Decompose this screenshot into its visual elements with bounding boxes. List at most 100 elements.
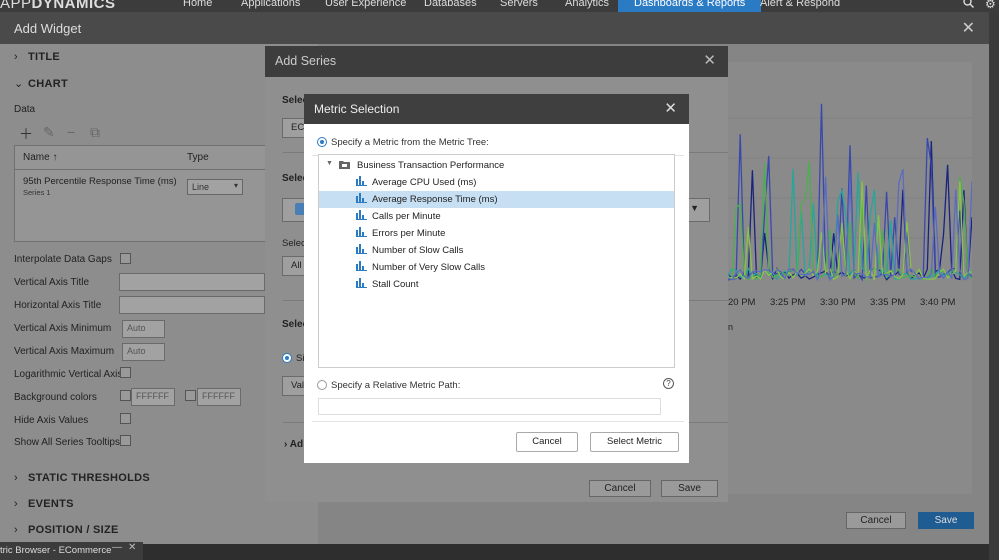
close-icon[interactable]: ✕ (703, 51, 716, 69)
x-tick-label: 20 PM (728, 297, 756, 308)
add-series-title: Add Series (275, 54, 337, 68)
chevron-right-icon: › (14, 524, 18, 536)
h-axis-title-input[interactable] (119, 296, 265, 314)
bg-color-2-input[interactable]: FFFFFF (197, 388, 241, 406)
series-type-select[interactable]: Line ▾ (187, 179, 243, 195)
series-select-label: Selec (282, 238, 306, 249)
nav-analytics[interactable]: Analytics (565, 0, 609, 9)
hide-axis-label: Hide Axis Values (14, 415, 89, 426)
series-cancel-button[interactable]: Cancel (589, 480, 651, 497)
tree-item-errors-per-minute[interactable]: Errors per Minute (319, 225, 674, 242)
interpolate-checkbox[interactable] (120, 253, 131, 264)
chevron-right-icon: › (14, 472, 18, 484)
add-widget-header: Add Widget ✕ (0, 12, 989, 44)
hide-axis-checkbox[interactable] (120, 413, 131, 424)
add-icon[interactable]: ＋ (19, 124, 33, 144)
bg-color-1-input[interactable]: FFFFFF (131, 388, 175, 406)
relative-path-radio[interactable] (317, 380, 327, 390)
help-icon[interactable]: ? (663, 378, 674, 389)
line-chart (728, 103, 972, 283)
metric-tree: ▼ Business Transaction Performance Avera… (318, 154, 675, 368)
tree-item-slow-calls[interactable]: Number of Slow Calls (319, 242, 674, 259)
section-position-size[interactable]: › POSITION / SIZE (14, 524, 119, 536)
nav-servers[interactable]: Servers (500, 0, 538, 9)
nav-dashboards-reports[interactable]: Dashboards & Reports (618, 0, 762, 12)
metric-selection-title: Metric Selection (314, 102, 400, 116)
metric-bar-icon (356, 227, 367, 240)
v-axis-max-input[interactable]: Auto (122, 343, 165, 361)
tree-item-avg-response-time[interactable]: Average Response Time (ms) (319, 191, 674, 208)
metric-bar-icon (356, 193, 367, 206)
v-axis-min-label: Vertical Axis Minimum (14, 323, 112, 334)
section-chart[interactable]: ⌄ CHART (14, 77, 68, 90)
tree-item-cpu[interactable]: Average CPU Used (ms) (319, 174, 674, 191)
series-radio-on[interactable] (282, 353, 292, 363)
chevron-right-icon: › (14, 498, 18, 510)
bg-color-2-swatch[interactable] (185, 390, 196, 401)
tree-item-very-slow-calls[interactable]: Number of Very Slow Calls (319, 259, 674, 276)
relative-path-option-label: Specify a Relative Metric Path: (331, 380, 461, 391)
tree-item-calls-per-minute[interactable]: Calls per Minute (319, 208, 674, 225)
search-icon[interactable] (963, 0, 974, 11)
edit-icon[interactable]: ✎ (43, 124, 55, 141)
nav-alert-respond[interactable]: Alert & Respond (760, 0, 840, 9)
log-axis-label: Logarithmic Vertical Axis (14, 369, 123, 380)
section-static-thresholds[interactable]: › STATIC THRESHOLDS (14, 472, 150, 484)
x-tick-label: 3:40 PM (920, 297, 956, 308)
log-axis-checkbox[interactable] (120, 367, 131, 378)
section-events[interactable]: › EVENTS (14, 498, 74, 510)
bg-colors-label: Background colors (14, 392, 97, 403)
bottom-strip (143, 544, 989, 560)
series-sub: Series 1 (23, 188, 51, 197)
metric-selection-header: Metric Selection ✕ (304, 94, 689, 124)
tree-node-bt-performance[interactable]: ▼ Business Transaction Performance (319, 157, 674, 174)
add-series-header: Add Series ✕ (265, 46, 728, 77)
metric-bar-icon (356, 176, 367, 189)
nav-user-experience[interactable]: User Experience (325, 0, 406, 9)
show-tooltips-label: Show All Series Tooltips (14, 437, 120, 448)
chevron-right-icon: › (14, 51, 18, 63)
copy-icon[interactable]: ⧉ (90, 124, 100, 141)
metric-bar-icon (356, 210, 367, 223)
top-navigation-bar: APPDYNAMICS Home Applications User Exper… (0, 0, 999, 12)
show-tooltips-checkbox[interactable] (120, 435, 131, 446)
right-edge-strip (989, 12, 999, 560)
legend-fragment: n (728, 322, 734, 332)
gear-icon[interactable]: ⚙ (985, 0, 996, 11)
x-tick-label: 3:25 PM (770, 297, 806, 308)
minimized-window-label: tric Browser - ECommerce (0, 545, 112, 556)
close-icon[interactable]: ✕ (962, 18, 975, 38)
widget-cancel-button[interactable]: Cancel (846, 512, 906, 529)
minimize-icon[interactable]: — (112, 542, 122, 553)
chevron-down-icon: ⌄ (14, 78, 24, 90)
series-save-button[interactable]: Save (661, 480, 718, 497)
v-axis-min-input[interactable]: Auto (122, 320, 165, 338)
folder-icon (339, 160, 350, 172)
remove-icon[interactable]: − (67, 124, 75, 140)
series-advanced-section[interactable]: › Ad (284, 439, 303, 450)
v-axis-max-label: Vertical Axis Maximum (14, 346, 115, 357)
section-title[interactable]: › TITLE (14, 51, 60, 63)
metric-cancel-button[interactable]: Cancel (516, 432, 578, 452)
tree-item-stall-count[interactable]: Stall Count (319, 276, 674, 293)
select-metric-button[interactable]: Select Metric (590, 432, 679, 452)
metric-tree-radio[interactable] (317, 137, 327, 147)
x-tick-label: 3:35 PM (870, 297, 906, 308)
series-table: Name ↑ Type 95th Percentile Response Tim… (14, 145, 284, 242)
appdynamics-logo[interactable]: APPDYNAMICS (0, 0, 116, 12)
v-axis-title-input[interactable] (119, 273, 265, 291)
divider (312, 421, 684, 422)
relative-path-input[interactable] (318, 398, 661, 415)
nav-applications[interactable]: Applications (241, 0, 300, 9)
nav-databases[interactable]: Databases (424, 0, 477, 9)
widget-save-button[interactable]: Save (918, 512, 974, 529)
col-name-header[interactable]: Name ↑ (23, 152, 57, 163)
metric-bar-icon (356, 261, 367, 274)
minimized-window-tab[interactable]: tric Browser - ECommerce — ✕ (0, 542, 143, 560)
col-type-header: Type (187, 152, 209, 163)
close-icon[interactable]: ✕ (128, 542, 136, 553)
nav-home[interactable]: Home (183, 0, 212, 9)
bg-color-1-swatch[interactable] (120, 390, 131, 401)
table-header: Name ↑ Type (15, 146, 283, 170)
close-icon[interactable]: ✕ (664, 99, 677, 117)
